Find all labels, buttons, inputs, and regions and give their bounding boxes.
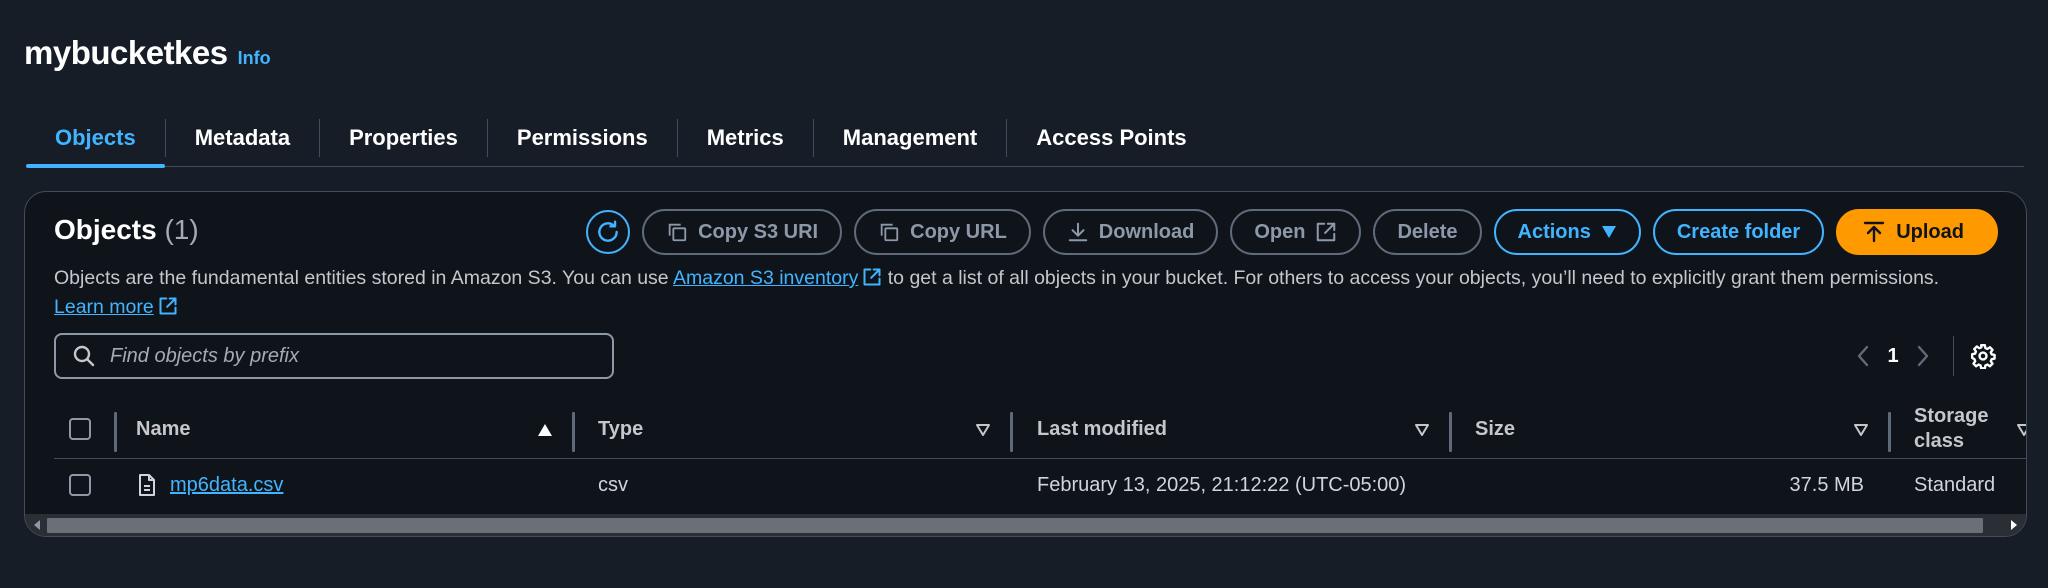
sort-icon[interactable]: [2016, 423, 2027, 437]
copy-s3-uri-label: Copy S3 URI: [698, 220, 819, 243]
external-link-icon: [159, 297, 177, 315]
object-storage-class: Standard: [1914, 473, 1996, 496]
horizontal-scrollbar[interactable]: [25, 514, 2026, 536]
tab-access-points[interactable]: Access Points: [1007, 110, 1215, 167]
search-input[interactable]: [110, 344, 580, 368]
objects-count: (1): [164, 214, 199, 245]
copy-icon: [880, 223, 899, 242]
info-link[interactable]: Info: [238, 48, 271, 69]
copy-icon: [668, 223, 687, 242]
search-box: [54, 333, 614, 379]
preferences-button[interactable]: [1968, 341, 1998, 371]
open-button[interactable]: Open: [1230, 209, 1362, 255]
object-type: csv: [598, 473, 628, 496]
pagination-divider: [1953, 336, 1954, 376]
create-folder-button[interactable]: Create folder: [1652, 209, 1825, 255]
delete-label: Delete: [1397, 220, 1458, 243]
table-row: mp6data.csv csv February 13, 2025, 21:12…: [54, 460, 2026, 510]
upload-icon: [1864, 221, 1885, 243]
column-header-storage-class[interactable]: Storage class: [1914, 399, 2004, 459]
actions-dropdown[interactable]: Actions: [1493, 209, 1641, 255]
tab-metadata[interactable]: Metadata: [166, 110, 319, 167]
sort-ascending-icon[interactable]: [537, 423, 553, 437]
external-link-icon: [1317, 222, 1336, 242]
page-header: mybucketkes Info: [24, 34, 271, 72]
description-text: to get a list of all objects in your buc…: [882, 267, 1940, 289]
description-text: Objects are the fundamental entities sto…: [54, 267, 673, 289]
bucket-tabs: Objects Metadata Properties Permissions …: [26, 110, 2024, 168]
tab-objects[interactable]: Objects: [26, 110, 165, 168]
objects-heading-label: Objects: [54, 214, 157, 245]
file-icon: [139, 474, 155, 496]
upload-label: Upload: [1896, 220, 1964, 243]
tab-management[interactable]: Management: [814, 110, 1006, 167]
create-folder-label: Create folder: [1676, 220, 1801, 243]
next-page-button[interactable]: [1903, 336, 1943, 376]
chevron-left-icon: [1857, 345, 1869, 367]
column-divider[interactable]: [1888, 412, 1891, 452]
upload-button[interactable]: Upload: [1836, 209, 1998, 255]
tab-permissions[interactable]: Permissions: [488, 110, 677, 167]
pagination: 1: [1843, 336, 1998, 376]
column-divider[interactable]: [1449, 412, 1452, 452]
object-last-modified: February 13, 2025, 21:12:22 (UTC-05:00): [1037, 473, 1407, 496]
scroll-right-button[interactable]: [2004, 514, 2024, 536]
copy-url-button[interactable]: Copy URL: [854, 209, 1031, 255]
row-checkbox[interactable]: [69, 474, 91, 496]
download-icon: [1068, 222, 1088, 242]
external-link-icon: [863, 268, 881, 286]
refresh-icon: [598, 220, 618, 242]
gear-icon: [1970, 343, 1996, 369]
copy-url-label: Copy URL: [910, 220, 1007, 243]
actions-label: Actions: [1517, 220, 1591, 243]
scrollbar-thumb[interactable]: [47, 518, 1983, 533]
download-button[interactable]: Download: [1042, 209, 1219, 255]
scroll-left-icon: [34, 520, 40, 530]
delete-button[interactable]: Delete: [1373, 209, 1482, 255]
refresh-button[interactable]: [586, 210, 631, 254]
sort-icon[interactable]: [975, 423, 991, 437]
object-name-cell: mp6data.csv: [136, 460, 283, 510]
previous-page-button[interactable]: [1843, 336, 1883, 376]
column-header-type[interactable]: Type: [598, 399, 643, 459]
search-icon: [73, 345, 95, 367]
caret-down-icon: [1601, 226, 1616, 238]
object-name-link[interactable]: mp6data.csv: [170, 474, 283, 497]
download-label: Download: [1098, 220, 1195, 243]
objects-toolbar: Copy S3 URI Copy URL Download Open Delet…: [586, 209, 1998, 255]
column-header-last-modified[interactable]: Last modified: [1037, 399, 1167, 459]
scroll-left-button[interactable]: [27, 514, 47, 536]
bucket-title: mybucketkes: [24, 34, 228, 71]
sort-icon[interactable]: [1853, 423, 1869, 437]
current-page-number[interactable]: 1: [1883, 345, 1903, 368]
select-all-cell: [69, 399, 91, 459]
learn-more-link[interactable]: Learn more: [54, 296, 154, 318]
column-divider: [114, 412, 117, 452]
tab-properties[interactable]: Properties: [320, 110, 487, 167]
s3-inventory-link[interactable]: Amazon S3 inventory: [673, 267, 858, 289]
tab-metrics[interactable]: Metrics: [678, 110, 813, 167]
objects-description: Objects are the fundamental entities sto…: [54, 264, 1994, 322]
scroll-right-icon: [2011, 520, 2017, 530]
objects-panel: Objects (1) Copy S3 URI Copy URL Downloa…: [24, 191, 2027, 537]
copy-s3-uri-button[interactable]: Copy S3 URI: [642, 209, 843, 255]
sort-icon[interactable]: [1414, 423, 1430, 437]
chevron-right-icon: [1917, 345, 1929, 367]
select-all-checkbox[interactable]: [69, 418, 91, 440]
column-divider[interactable]: [1010, 412, 1013, 452]
column-header-size[interactable]: Size: [1475, 399, 1515, 459]
open-label: Open: [1254, 220, 1306, 243]
objects-heading: Objects (1): [54, 214, 199, 246]
column-header-name[interactable]: Name: [136, 399, 190, 459]
object-size: 37.5 MB: [1789, 473, 1864, 496]
column-divider[interactable]: [572, 412, 575, 452]
objects-table-header: Name Type Last modified Size Storage cla…: [54, 399, 2027, 459]
row-select-cell: [69, 460, 91, 510]
